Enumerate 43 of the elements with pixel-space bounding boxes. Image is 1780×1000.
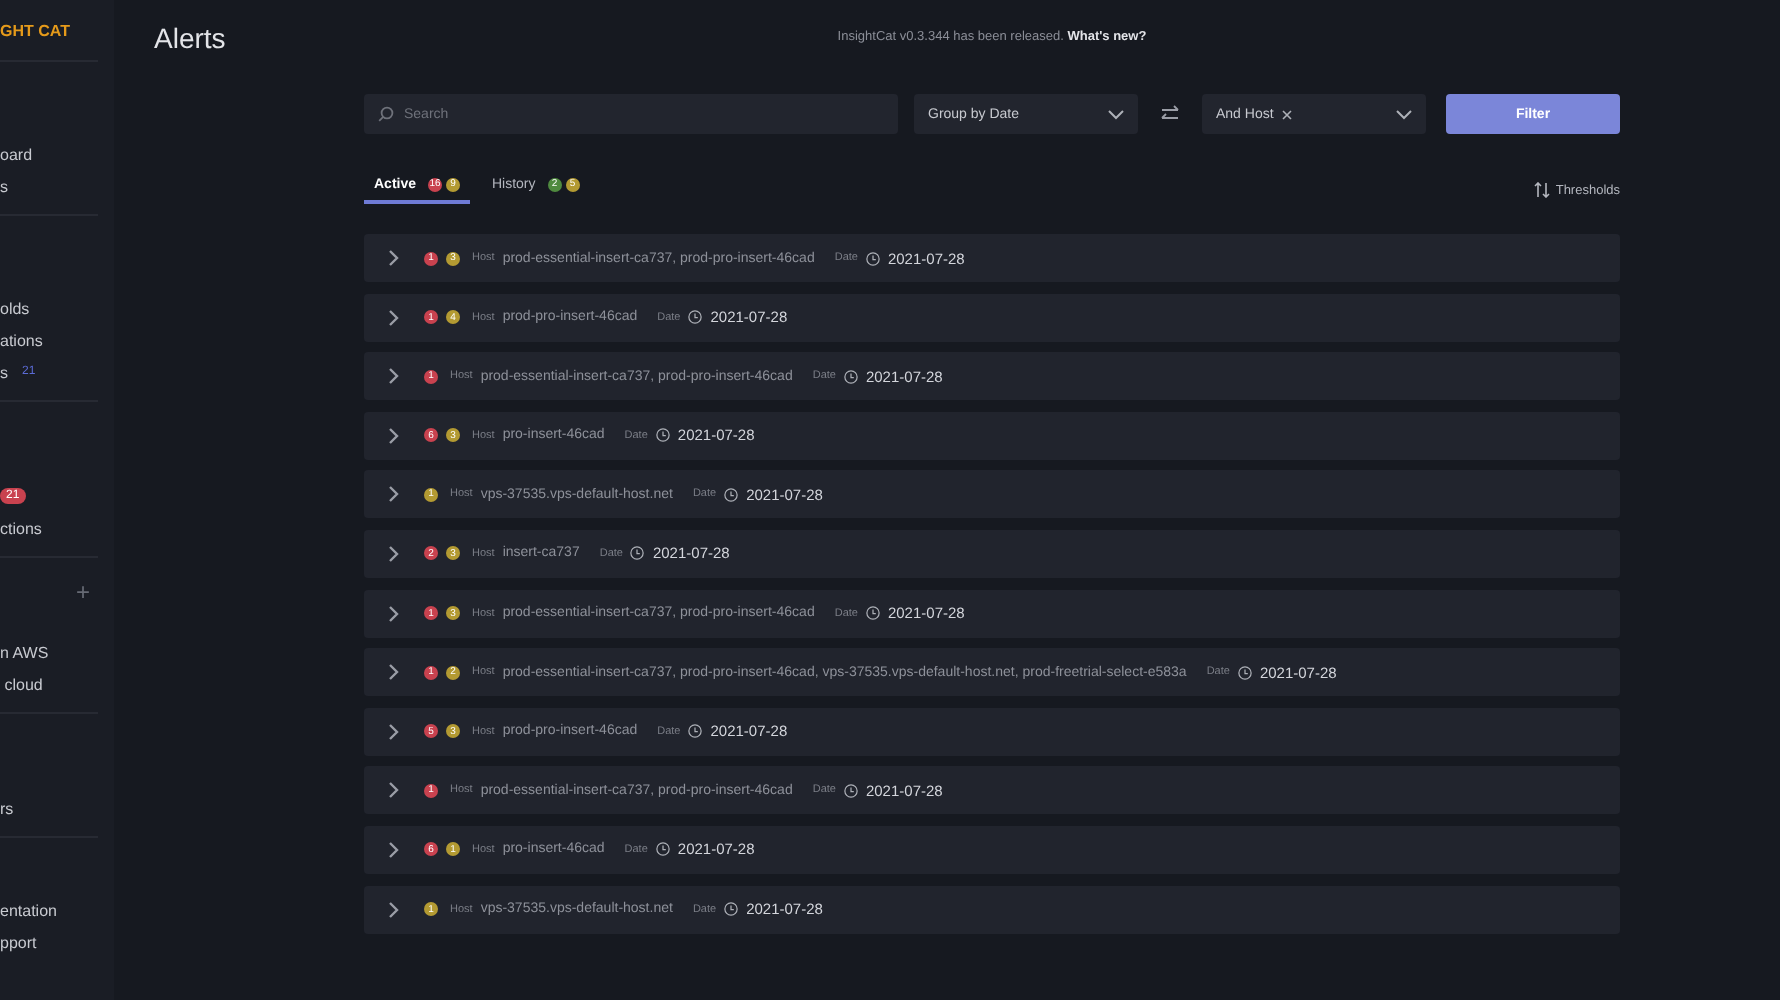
nav-item[interactable]: pport xyxy=(0,933,37,951)
chevron-right-icon[interactable] xyxy=(388,427,400,444)
chevron-down-icon xyxy=(1108,109,1124,119)
chevron-right-icon[interactable] xyxy=(388,782,400,799)
nav-item[interactable]: olds xyxy=(0,299,30,317)
chevron-right-icon[interactable] xyxy=(388,545,400,562)
nav-item[interactable]: s xyxy=(0,177,8,195)
nav-item[interactable]: ations xyxy=(0,331,43,349)
chevron-right-icon[interactable] xyxy=(388,250,400,266)
logo-text: GHT CAT xyxy=(0,0,98,62)
chevron-right-icon[interactable] xyxy=(388,901,400,918)
clock-icon xyxy=(724,487,739,502)
nav-item[interactable]: oard xyxy=(0,145,33,163)
search-icon xyxy=(378,106,394,122)
swap-icon[interactable] xyxy=(1160,104,1180,124)
clock-icon xyxy=(724,902,739,917)
clock-icon xyxy=(865,606,880,621)
page-title: Alerts xyxy=(154,22,228,54)
nav-item[interactable]: cloud xyxy=(0,675,43,693)
clock-icon xyxy=(1237,665,1252,680)
clock-icon xyxy=(688,724,703,739)
clock-icon xyxy=(655,428,670,443)
chevron-right-icon[interactable] xyxy=(388,841,400,858)
chevron-right-icon[interactable] xyxy=(388,605,400,622)
clock-icon xyxy=(843,783,858,798)
nav-item[interactable]: ctions xyxy=(0,519,42,537)
sort-arrows-icon xyxy=(1533,182,1550,198)
nav-item[interactable]: n AWS xyxy=(0,643,49,661)
chevron-right-icon[interactable] xyxy=(388,664,400,681)
chevron-right-icon[interactable] xyxy=(388,368,400,385)
nav-item[interactable]: s xyxy=(0,363,8,381)
chevron-right-icon[interactable] xyxy=(388,486,400,503)
chevron-down-icon xyxy=(1396,109,1412,119)
chevron-right-icon[interactable] xyxy=(388,723,400,740)
clock-icon xyxy=(630,546,645,561)
clock-icon xyxy=(843,369,858,384)
chevron-right-icon[interactable] xyxy=(388,309,400,326)
nav-item[interactable]: rs xyxy=(0,799,14,817)
close-icon[interactable] xyxy=(1281,109,1292,119)
nav-item[interactable]: entation xyxy=(0,901,57,919)
clock-icon xyxy=(865,251,880,265)
clock-icon xyxy=(655,842,670,857)
clock-icon xyxy=(688,310,703,325)
